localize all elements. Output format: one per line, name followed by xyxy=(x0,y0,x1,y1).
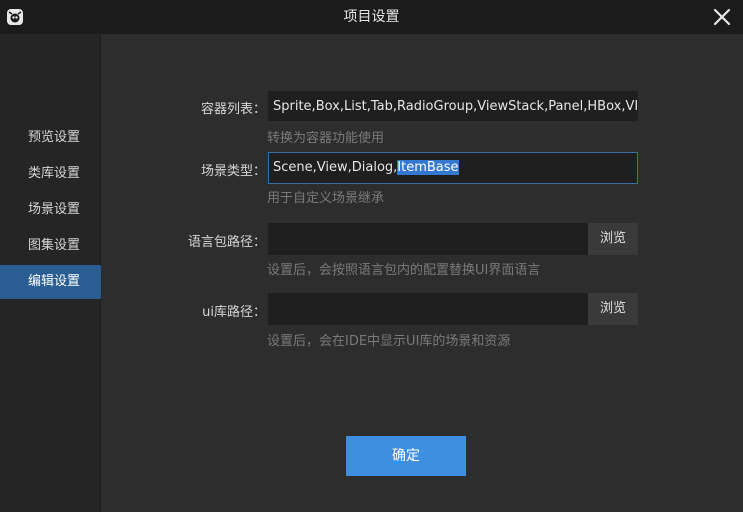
settings-sidebar: 预览设置 类库设置 场景设置 图集设置 编辑设置 xyxy=(0,34,114,512)
lang-path-browse-button[interactable]: 浏览 xyxy=(588,223,638,255)
ui-lib-path-input[interactable] xyxy=(268,293,588,325)
sidebar-item-preview-settings[interactable]: 预览设置 xyxy=(0,121,100,155)
window-title: 项目设置 xyxy=(343,9,400,25)
title-bar: 项目设置 xyxy=(0,0,743,34)
containers-hint: 转换为容器功能使用 xyxy=(267,131,385,146)
scene-types-selected-text: ItemBase xyxy=(397,160,459,175)
containers-label: 容器列表： xyxy=(200,102,266,117)
containers-value: Sprite,Box,List,Tab,RadioGroup,ViewStack… xyxy=(273,99,638,114)
containers-input[interactable]: Sprite,Box,List,Tab,RadioGroup,ViewStack… xyxy=(268,91,638,121)
lang-path-input[interactable] xyxy=(268,223,588,255)
ui-lib-path-label: ui库路径： xyxy=(202,305,266,320)
scene-types-label: 场景类型： xyxy=(200,164,266,179)
edit-settings-panel: 容器列表： Sprite,Box,List,Tab,RadioGroup,Vie… xyxy=(101,34,743,512)
close-icon[interactable] xyxy=(711,6,733,28)
scene-types-hint: 用于自定义场景继承 xyxy=(267,191,385,206)
sidebar-item-label: 图集设置 xyxy=(28,238,81,253)
sidebar-item-edit-settings[interactable]: 编辑设置 xyxy=(0,265,114,299)
sidebar-item-library-settings[interactable]: 类库设置 xyxy=(0,157,100,191)
lang-path-label: 语言包路径： xyxy=(187,235,266,250)
scene-types-input[interactable]: Scene,View,Dialog,ItemBase xyxy=(268,152,638,184)
ui-lib-path-browse-button[interactable]: 浏览 xyxy=(588,293,638,325)
scene-types-value: Scene,View,Dialog, xyxy=(273,160,398,175)
ok-button[interactable]: 确定 xyxy=(346,436,466,476)
sidebar-item-label: 预览设置 xyxy=(28,130,81,145)
ui-lib-path-hint: 设置后，会在IDE中显示UI库的场景和资源 xyxy=(267,334,511,349)
sidebar-item-atlas-settings[interactable]: 图集设置 xyxy=(0,229,100,263)
sidebar-item-scene-settings[interactable]: 场景设置 xyxy=(0,193,100,227)
sidebar-item-label: 编辑设置 xyxy=(28,274,81,289)
sidebar-item-label: 类库设置 xyxy=(28,166,81,181)
lang-path-hint: 设置后，会按照语言包内的配置替换UI界面语言 xyxy=(267,263,541,278)
sidebar-item-label: 场景设置 xyxy=(28,202,81,217)
